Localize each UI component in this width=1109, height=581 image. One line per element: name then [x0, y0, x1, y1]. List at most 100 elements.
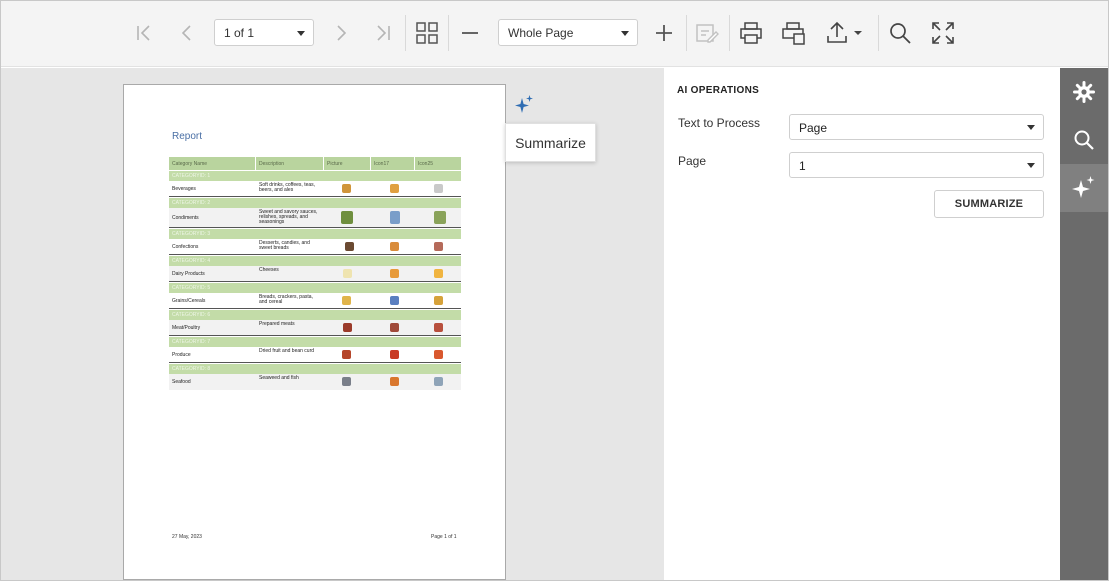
- icon25-image: [434, 269, 443, 278]
- page-selector[interactable]: 1 of 1: [214, 19, 314, 46]
- ai-operations-panel: AI OPERATIONS Text to Process Page Page …: [664, 68, 1060, 580]
- text-to-process-select[interactable]: Page: [789, 114, 1044, 140]
- category-name: Seafood: [172, 379, 191, 385]
- category-name: Confections: [172, 244, 199, 250]
- icon17-image: [390, 211, 400, 224]
- column-header: Category Name: [169, 157, 256, 170]
- picture-image: [342, 377, 351, 386]
- icon17-image: [390, 296, 399, 305]
- toolbar-divider: [448, 15, 449, 51]
- column-header: Description: [256, 157, 324, 170]
- page-selector-value: 1 of 1: [224, 25, 255, 40]
- toolbar: 1 of 1 Whole Page: [1, 1, 1108, 67]
- icon25-image: [434, 296, 443, 305]
- toolbar-divider: [878, 15, 879, 51]
- summarize-button[interactable]: SUMMARIZE: [934, 190, 1044, 218]
- category-group-header: CATEGORYID: 6: [169, 310, 461, 320]
- table-row: Condiments Sweet and savory sauces, reli…: [169, 208, 461, 228]
- icon25-image: [434, 211, 446, 224]
- icon25-image: [434, 377, 443, 386]
- previous-page-icon[interactable]: [175, 21, 199, 45]
- page-label: Page: [678, 154, 707, 168]
- icon17-image: [390, 242, 399, 251]
- report-footer-page: Page 1 of 1: [431, 534, 457, 540]
- report-footer-date: 27 May, 2023: [172, 534, 202, 540]
- category-name: Condiments: [172, 215, 199, 221]
- table-row: Grains/Cereals Breads, crackers, pasta, …: [169, 293, 461, 309]
- page-select-value: 1: [799, 159, 806, 173]
- search-icon: [1074, 130, 1094, 150]
- tab-ai-operations[interactable]: [1060, 164, 1108, 212]
- gear-icon: [1073, 81, 1095, 103]
- icon17-image: [390, 184, 399, 193]
- report-page: Report Category Name Description Picture…: [123, 84, 506, 580]
- category-group-header: CATEGORYID: 8: [169, 364, 461, 374]
- last-page-icon[interactable]: [371, 21, 395, 45]
- category-group-header: CATEGORYID: 7: [169, 337, 461, 347]
- icon17-image: [390, 350, 399, 359]
- category-description: Sweet and savory sauces, relishes, sprea…: [259, 209, 318, 225]
- report-title: Report: [172, 131, 203, 142]
- icon17-image: [390, 269, 399, 278]
- tab-search[interactable]: [1060, 116, 1108, 164]
- toolbar-divider: [729, 15, 730, 51]
- edit-fields-icon[interactable]: [694, 20, 720, 46]
- category-name: Grains/Cereals: [172, 298, 206, 304]
- chevron-down-icon: [621, 31, 629, 36]
- report-table: Category Name Description Picture Icon17…: [169, 157, 461, 390]
- category-description: Dried fruit and bean curd: [259, 348, 315, 354]
- icon17-image: [390, 323, 399, 332]
- column-header: Icon25: [418, 161, 434, 167]
- chevron-down-icon: [1027, 125, 1035, 130]
- tab-properties[interactable]: [1060, 68, 1108, 116]
- picture-image: [343, 323, 352, 332]
- zoom-out-icon[interactable]: [458, 21, 482, 45]
- first-page-icon[interactable]: [132, 21, 156, 45]
- picture-image: [343, 269, 352, 278]
- next-page-icon[interactable]: [329, 21, 353, 45]
- print-icon[interactable]: [738, 20, 764, 46]
- table-row: Meat/Poultry Prepared meats: [169, 320, 461, 336]
- icon17-image: [390, 377, 399, 386]
- column-header: Icon17: [371, 157, 415, 170]
- category-group-header: CATEGORYID: 1: [169, 171, 461, 181]
- category-description: Cheeses: [259, 267, 279, 273]
- picture-image: [342, 350, 351, 359]
- table-row: Confections Desserts, candies, and sweet…: [169, 239, 461, 255]
- column-header: Picture: [324, 157, 371, 170]
- category-group-header: CATEGORYID: 3: [169, 229, 461, 239]
- export-icon[interactable]: [824, 19, 864, 47]
- icon25-image: [434, 242, 443, 251]
- icon25-image: [434, 323, 443, 332]
- picture-image: [341, 211, 353, 224]
- chevron-down-icon: [297, 31, 305, 36]
- category-description: Breads, crackers, pasta, and cereal: [259, 294, 313, 305]
- fullscreen-icon[interactable]: [930, 20, 956, 46]
- search-icon[interactable]: [887, 20, 913, 46]
- multipage-icon[interactable]: [414, 20, 440, 46]
- text-to-process-label: Text to Process: [678, 116, 761, 130]
- zoom-in-icon[interactable]: [652, 21, 676, 45]
- category-description: Prepared meats: [259, 321, 295, 327]
- category-name: Beverages: [172, 186, 196, 192]
- picture-image: [342, 296, 351, 305]
- table-row: Beverages Soft drinks, coffees, teas, be…: [169, 181, 461, 197]
- summarize-menu-item[interactable]: Summarize: [505, 123, 596, 162]
- category-group-header: CATEGORYID: 2: [169, 198, 461, 208]
- icon25-image: [434, 350, 443, 359]
- table-row: Dairy Products Cheeses: [169, 266, 461, 282]
- picture-image: [342, 184, 351, 193]
- document-viewer-window: 1 of 1 Whole Page Report Category Name D…: [0, 0, 1109, 581]
- table-row: Seafood Seaweed and fish: [169, 374, 461, 390]
- print-page-icon[interactable]: [781, 20, 807, 46]
- side-tab-strip: [1060, 68, 1108, 580]
- text-to-process-value: Page: [799, 121, 828, 135]
- category-group-header: CATEGORYID: 4: [169, 256, 461, 266]
- category-name: Meat/Poultry: [172, 325, 201, 331]
- ai-sparkle-button[interactable]: [509, 90, 539, 120]
- zoom-selector[interactable]: Whole Page: [498, 19, 638, 46]
- table-row: Produce Dried fruit and bean curd: [169, 347, 461, 363]
- category-description: Soft drinks, coffees, teas, beers, and a…: [259, 182, 316, 193]
- page-select[interactable]: 1: [789, 152, 1044, 178]
- sparkle-icon: [515, 95, 533, 113]
